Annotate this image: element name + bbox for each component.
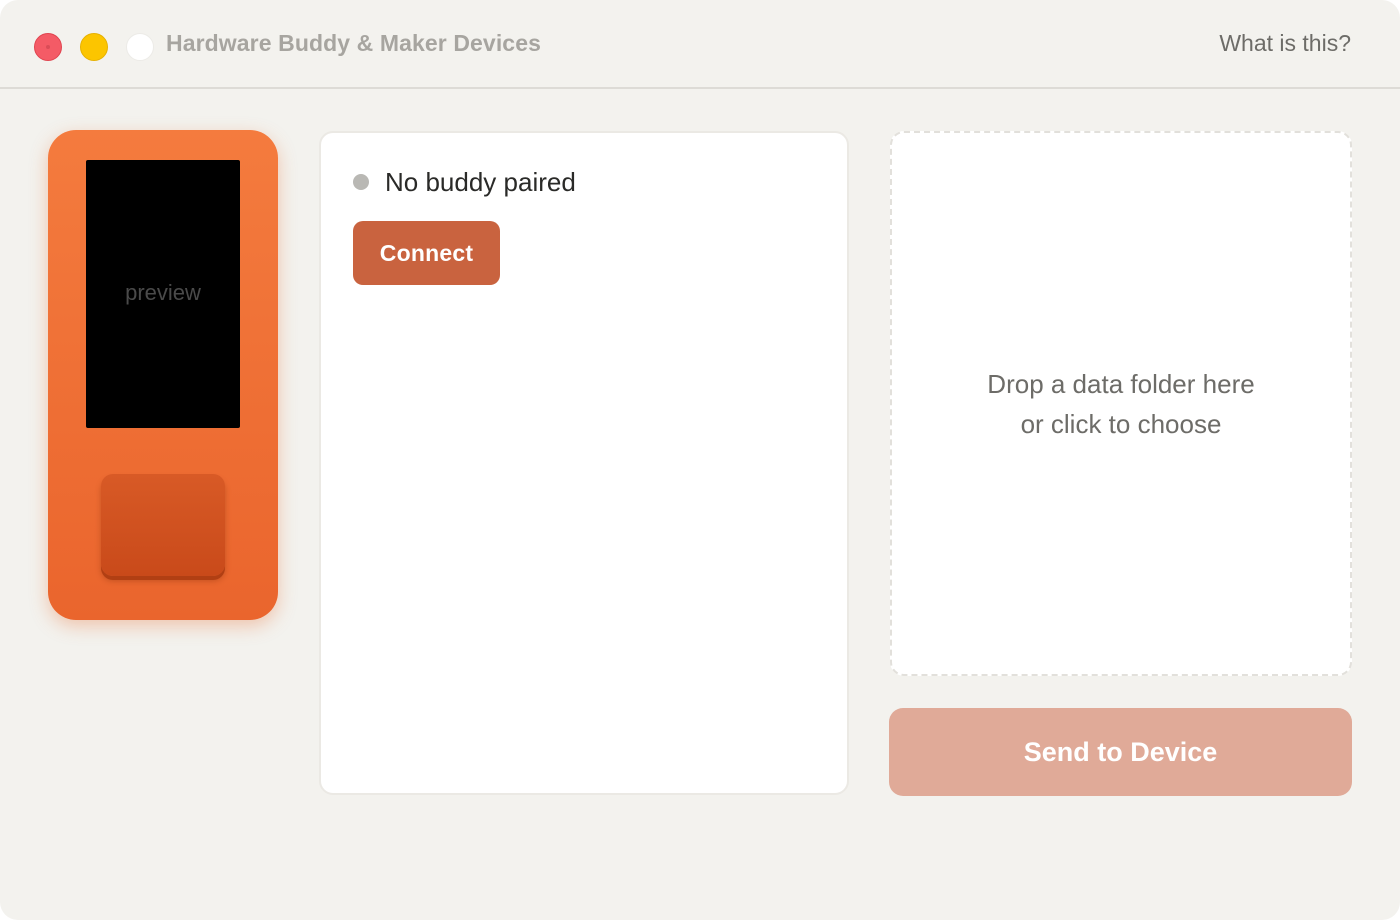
maximize-window-button[interactable] [126,33,154,61]
device-illustration: preview [48,130,278,620]
pairing-status-text: No buddy paired [385,166,576,197]
device-screen-preview: preview [86,160,240,428]
close-window-button[interactable] [34,33,62,61]
title-bar: Hardware Buddy & Maker Devices What is t… [0,0,1400,89]
status-indicator-dot [353,174,369,190]
dropzone-instruction-line1: Drop a data folder here [987,368,1255,399]
send-to-device-button[interactable]: Send to Device [889,708,1352,796]
app-window: Hardware Buddy & Maker Devices What is t… [0,0,1400,920]
device-physical-button[interactable] [101,474,225,576]
pairing-status-panel: No buddy paired Connect [319,131,849,795]
dropzone-instruction-line2: or click to choose [1020,408,1222,439]
preview-label: preview [125,280,201,305]
window-title: Hardware Buddy & Maker Devices [166,30,541,56]
what-is-this-link[interactable]: What is this? [1219,30,1351,57]
connect-button[interactable]: Connect [353,221,500,285]
minimize-window-button[interactable] [80,33,108,61]
data-folder-dropzone[interactable]: Drop a data folder here or click to choo… [890,131,1352,676]
pairing-status-row: No buddy paired [353,167,576,197]
